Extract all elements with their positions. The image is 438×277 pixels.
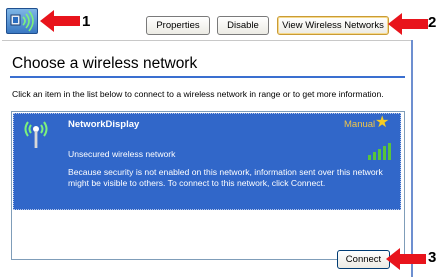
signal-strength-icon	[367, 141, 393, 161]
callout-number-2: 2	[428, 14, 437, 31]
instructions-text: Click an item in the list below to conne…	[12, 89, 384, 99]
connect-button[interactable]: Connect	[337, 250, 390, 269]
red-arrow-icon	[388, 13, 428, 35]
panel-divider	[411, 40, 413, 277]
wireless-network-icon[interactable]	[6, 8, 38, 34]
network-mode: Manual	[344, 119, 376, 130]
title-divider	[10, 76, 405, 78]
wireless-antenna-icon	[22, 118, 50, 150]
star-icon: ★	[375, 114, 390, 131]
callout-number-3: 3	[428, 249, 437, 266]
callout-number-1: 1	[82, 13, 91, 30]
disable-button[interactable]: Disable	[217, 16, 269, 35]
page-title: Choose a wireless network	[12, 55, 198, 72]
red-arrow-icon	[386, 248, 426, 270]
network-name: NetworkDisplay	[68, 119, 140, 130]
red-arrow-icon	[40, 10, 80, 32]
network-security-warning: Because security is not enabled on this …	[68, 167, 383, 188]
properties-button[interactable]: Properties	[146, 16, 210, 35]
network-security-status: Unsecured wireless network	[68, 149, 176, 159]
view-wireless-networks-button[interactable]: View Wireless Networks	[277, 16, 389, 35]
